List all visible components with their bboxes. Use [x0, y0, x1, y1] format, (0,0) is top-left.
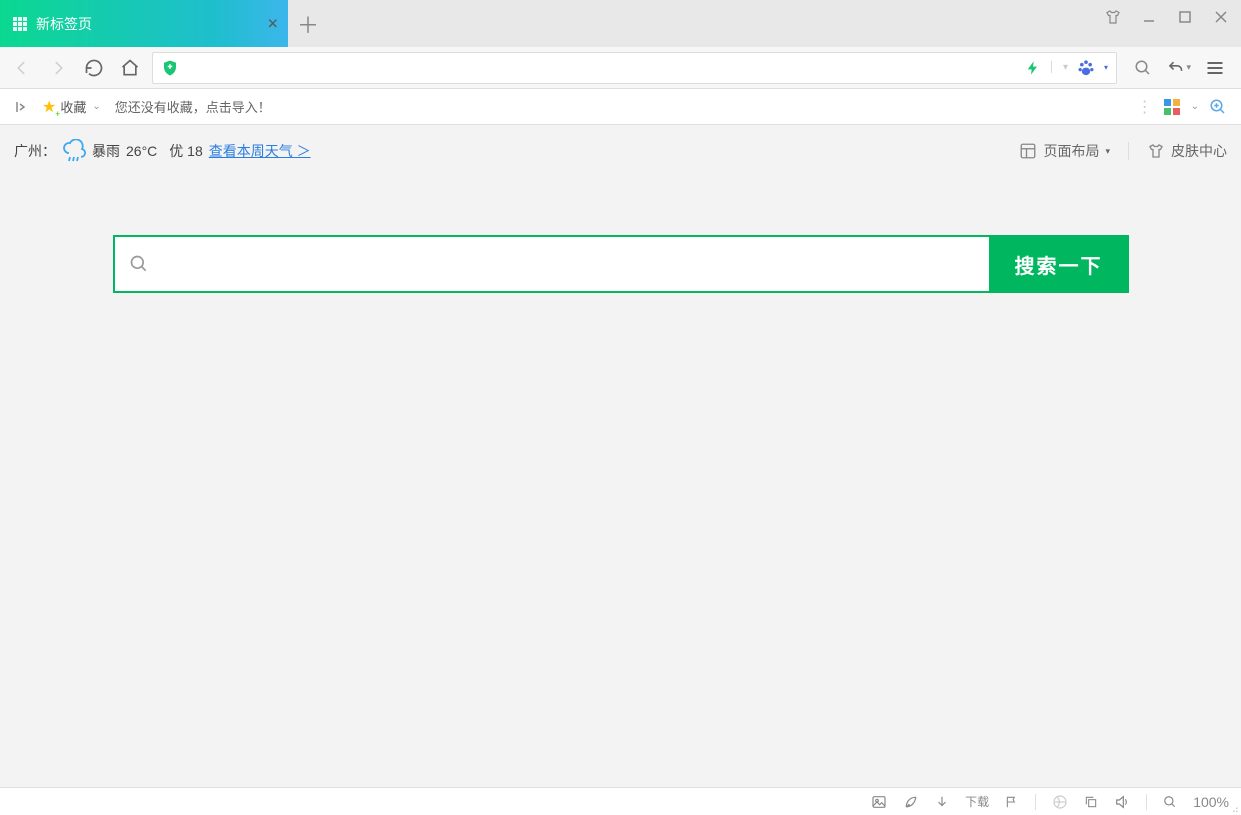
chevron-down-icon: ▾: [1105, 146, 1110, 157]
rocket-icon[interactable]: [903, 794, 919, 810]
search-button[interactable]: 搜索一下: [989, 235, 1129, 293]
page-layout-button[interactable]: 页面布局 ▾: [1019, 141, 1110, 161]
bookmarks-empty-hint[interactable]: 您还没有收藏，点击导入！: [115, 97, 271, 116]
weather-condition: 暴雨: [92, 141, 120, 161]
back-button[interactable]: [8, 54, 36, 82]
chevron-down-icon[interactable]: ▾: [1104, 63, 1108, 72]
navigation-toolbar: │ ▾ ▾ ▾: [0, 47, 1241, 89]
status-bar: 下载 100% ⣠: [0, 787, 1241, 815]
menu-button[interactable]: [1203, 56, 1227, 80]
undo-button[interactable]: ▾: [1167, 56, 1191, 80]
chevron-down-icon: ⌄: [92, 101, 100, 112]
tshirt-icon[interactable]: [1099, 6, 1127, 28]
toolbar-right: ▾: [1125, 56, 1233, 80]
window-controls: [1099, 0, 1235, 47]
chevron-down-icon[interactable]: ⌄: [1191, 101, 1199, 112]
reload-button[interactable]: [80, 54, 108, 82]
search-box: 搜索一下: [113, 235, 1129, 293]
weather-temp: 26°C: [126, 143, 157, 159]
weather-city-label: 广州：: [14, 141, 56, 161]
favorites-button[interactable]: ★+ 收藏 ⌄: [42, 97, 101, 117]
info-strip-right: 页面布局 ▾ 皮肤中心: [1019, 141, 1227, 161]
search-icon: [129, 254, 149, 274]
divider: [1146, 794, 1147, 810]
bookmarks-bar-right: ⋮ ⌄: [1137, 97, 1227, 117]
new-tab-button[interactable]: ＋: [288, 0, 328, 47]
flag-icon[interactable]: [1005, 795, 1019, 809]
maximize-button[interactable]: [1171, 6, 1199, 28]
zoom-level[interactable]: 100%: [1193, 794, 1229, 810]
separator: │: [1049, 62, 1055, 73]
lightning-icon[interactable]: [1025, 60, 1041, 76]
ie-mode-icon[interactable]: [1052, 794, 1068, 810]
chevron-down-icon: ▾: [1186, 62, 1191, 73]
search-button-label: 搜索一下: [1015, 250, 1103, 279]
tab-title: 新标签页: [36, 14, 92, 34]
main-search-input[interactable]: [159, 255, 975, 273]
tab-close-icon[interactable]: ×: [267, 13, 278, 34]
weather-aqi: 优 18: [169, 141, 202, 161]
bookmarks-bar: ★+ 收藏 ⌄ 您还没有收藏，点击导入！ ⋮ ⌄: [0, 89, 1241, 125]
expand-sidebar-icon[interactable]: [14, 100, 28, 114]
tab-grid-icon: [12, 16, 36, 32]
weather-forecast-link[interactable]: 查看本周天气 ＞: [209, 141, 311, 161]
copy-icon[interactable]: [1084, 795, 1098, 809]
star-icon: ★+: [42, 97, 56, 117]
dots-icon: ⋮: [1137, 97, 1153, 117]
resize-grip-icon[interactable]: ⣠: [1232, 802, 1239, 813]
volume-icon[interactable]: [1114, 794, 1130, 810]
skin-center-button[interactable]: 皮肤中心: [1147, 141, 1227, 161]
search-icon[interactable]: [1131, 56, 1155, 80]
search-input-wrapper[interactable]: [113, 235, 989, 293]
divider: [1035, 794, 1036, 810]
url-input[interactable]: [187, 53, 1017, 83]
image-icon[interactable]: [871, 794, 887, 810]
home-button[interactable]: [116, 54, 144, 82]
extensions-grid-icon[interactable]: [1163, 98, 1181, 116]
download-label[interactable]: 下载: [965, 793, 989, 810]
minimize-button[interactable]: [1135, 6, 1163, 28]
forward-button[interactable]: [44, 54, 72, 82]
favorites-label: 收藏: [60, 97, 86, 116]
divider: [1128, 142, 1129, 160]
main-search-area: 搜索一下: [0, 235, 1241, 293]
shield-icon: [161, 59, 179, 77]
close-window-button[interactable]: [1207, 6, 1235, 28]
browser-tab[interactable]: 新标签页 ×: [0, 0, 288, 47]
download-arrow-icon[interactable]: [935, 795, 949, 809]
address-bar[interactable]: │ ▾ ▾: [152, 52, 1117, 84]
zoom-icon[interactable]: [1163, 795, 1177, 809]
chevron-down-icon[interactable]: ▾: [1063, 62, 1068, 73]
rain-icon: [62, 139, 86, 163]
info-strip: 广州： 暴雨 26°C 优 18 查看本周天气 ＞ 页面布局 ▾ 皮肤中心: [0, 125, 1241, 177]
baidu-paw-icon[interactable]: [1076, 58, 1096, 78]
page-content: 广州： 暴雨 26°C 优 18 查看本周天气 ＞ 页面布局 ▾ 皮肤中心: [0, 125, 1241, 787]
page-layout-label: 页面布局: [1043, 141, 1099, 161]
tab-bar: 新标签页 × ＋: [0, 0, 1241, 47]
magnifier-plus-icon[interactable]: [1209, 98, 1227, 116]
skin-center-label: 皮肤中心: [1171, 141, 1227, 161]
